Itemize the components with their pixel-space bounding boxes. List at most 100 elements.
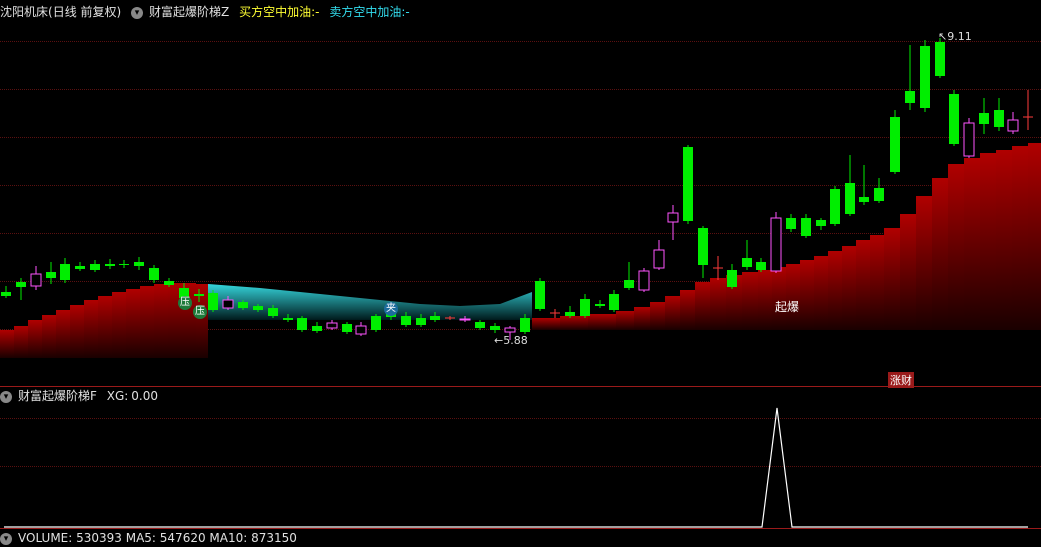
candlestick-chart[interactable] (0, 0, 1041, 539)
candle-body (355, 325, 367, 335)
indicator-name[interactable]: 财富起爆阶梯Z (149, 5, 229, 19)
cyan-cloud (208, 284, 532, 320)
candle-body (963, 122, 975, 157)
candle-body (297, 318, 307, 330)
jia-marker: 夹 (384, 302, 398, 316)
step-bar (154, 284, 168, 358)
candle-body (268, 308, 278, 316)
step-bar (948, 164, 964, 330)
buy-value: - (315, 5, 320, 19)
candle-body (609, 294, 619, 310)
candle-body (874, 188, 884, 201)
candle-body (105, 264, 115, 266)
candle-body (46, 272, 56, 278)
step-bar (996, 150, 1012, 330)
candle-body (149, 268, 159, 280)
step-bar (710, 278, 726, 330)
candle-body (253, 306, 263, 310)
candle-body (565, 312, 575, 316)
candle-body (638, 270, 650, 291)
candle-body (208, 293, 218, 310)
step-bar (758, 270, 772, 330)
candle-body (164, 281, 174, 285)
ya-marker: 压 (193, 305, 207, 319)
candle-body (134, 262, 144, 266)
candle-body (371, 316, 381, 330)
candle-body (890, 117, 900, 172)
step-bar (560, 316, 588, 330)
candle-body (490, 326, 500, 330)
step-bar (884, 228, 900, 330)
high-price-value: 9.11 (947, 30, 972, 43)
candle-body (222, 299, 234, 309)
candle-body (667, 212, 679, 223)
candle-body (504, 327, 516, 333)
step-bar (70, 305, 84, 358)
low-price-label: ←5.88 (494, 334, 528, 347)
step-bar (916, 196, 932, 330)
step-bar (126, 289, 140, 358)
candle-body (326, 322, 338, 329)
step-bar (786, 264, 800, 330)
low-price-value: 5.88 (503, 334, 528, 347)
step-bar (800, 260, 814, 330)
chevron-down-icon[interactable]: ▾ (131, 6, 144, 19)
candle-body (905, 91, 915, 103)
candle-body (475, 322, 485, 328)
qibao-label: 起爆 (775, 300, 800, 314)
candle-body (949, 94, 959, 144)
step-bar (1012, 146, 1028, 330)
step-bar (532, 318, 560, 330)
candle-body (801, 218, 811, 236)
step-bar (680, 290, 695, 330)
candle-body (624, 280, 634, 288)
chevron-down-icon[interactable]: ▾ (0, 390, 12, 403)
candle-body (816, 220, 826, 226)
step-bar (870, 235, 884, 330)
step-bar (932, 178, 948, 330)
sell-value: - (405, 5, 410, 19)
step-bar (742, 272, 758, 330)
step-bar (28, 320, 42, 358)
step-bar (634, 307, 650, 330)
buy-label: 买方空中加油: (239, 5, 316, 19)
step-bar (665, 296, 680, 330)
candle-body (283, 318, 293, 320)
candle-body (16, 282, 26, 287)
step-bar (140, 286, 154, 358)
candle-body (401, 316, 411, 325)
candle-body (830, 189, 840, 224)
candle-body (786, 218, 796, 229)
sell-label: 卖方空中加油: (329, 5, 406, 19)
xg-value: 0.00 (131, 389, 159, 403)
candle-body (979, 113, 989, 124)
step-bar (980, 153, 996, 330)
ya-marker: 压 (178, 296, 192, 310)
candle-body (60, 264, 70, 280)
candle-body (770, 217, 782, 272)
step-bar (588, 314, 616, 330)
candle-body (416, 318, 426, 325)
zhangcai-badge: 涨财 (888, 372, 914, 388)
step-bar (964, 158, 980, 330)
xg-label: XG: (106, 389, 129, 403)
step-bar (0, 330, 14, 358)
step-bar (828, 251, 842, 330)
candle-body (342, 324, 352, 332)
step-bar (900, 214, 916, 330)
candle-body (194, 294, 204, 296)
candle-body (312, 326, 322, 331)
step-bar (695, 282, 710, 330)
sub-chart-header: ▾ 财富起爆阶梯F XG: 0.00 (0, 387, 164, 405)
step-bar (856, 240, 870, 330)
candle-body (1007, 119, 1019, 132)
step-bar (842, 246, 856, 330)
candle-body (430, 316, 440, 320)
step-bar (14, 326, 28, 358)
candle-body (535, 281, 545, 309)
step-bar (1028, 143, 1041, 330)
main-chart-header: 沈阳机床(日线 前复权) ▾ 财富起爆阶梯Z 买方空中加油:- 卖方空中加油:- (0, 3, 416, 21)
sub-indicator-name[interactable]: 财富起爆阶梯F (18, 389, 97, 403)
candle-body (859, 197, 869, 202)
candle-body (920, 46, 930, 108)
